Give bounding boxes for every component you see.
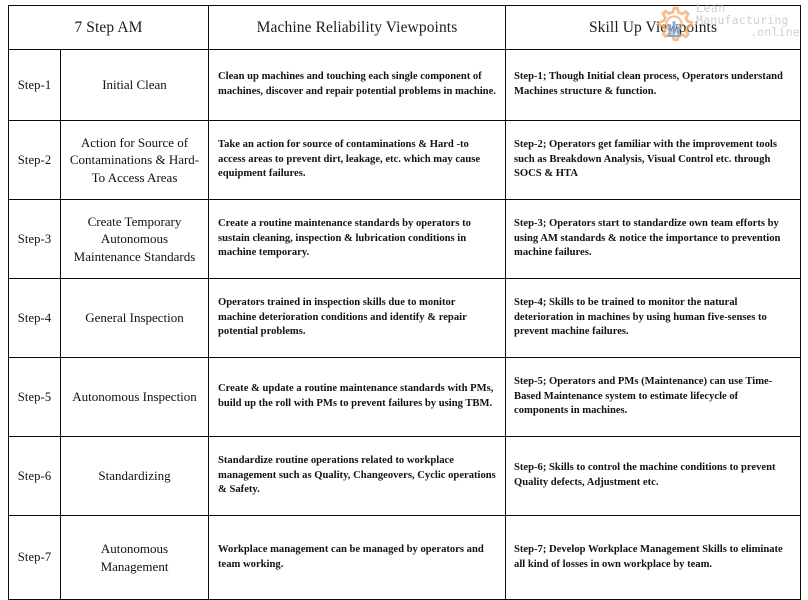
header-machine-reliability: Machine Reliability Viewpoints <box>208 5 507 50</box>
table-row: Step-3 Create Temporary Autonomous Maint… <box>8 199 802 279</box>
step-label: Step-5 <box>8 357 61 437</box>
skill-up-text: Step-1; Though Initial clean process, Op… <box>505 49 802 121</box>
machine-reliability-text: Take an action for source of contaminati… <box>208 120 507 200</box>
skill-up-text: Step-4; Skills to be trained to monitor … <box>505 278 802 358</box>
skill-up-text: Step-3; Operators start to standardize o… <box>505 199 802 279</box>
machine-reliability-text: Create & update a routine maintenance st… <box>208 357 507 437</box>
header-step-group: 7 Step AM <box>7 5 210 50</box>
skill-up-text: Step-5; Operators and PMs (Maintenance) … <box>505 357 802 437</box>
table-row: Step-4 General Inspection Operators trai… <box>8 278 802 358</box>
table-row: Step-5 Autonomous Inspection Create & up… <box>8 357 802 437</box>
step-name: General Inspection <box>59 278 210 358</box>
skill-up-text: Step-2; Operators get familiar with the … <box>505 120 802 200</box>
machine-reliability-text: Create a routine maintenance standards b… <box>208 199 507 279</box>
table-row: Step-1 Initial Clean Clean up machines a… <box>8 49 802 121</box>
step-label: Step-3 <box>8 199 61 279</box>
step-label: Step-2 <box>8 120 61 200</box>
table-row: Step-2 Action for Source of Contaminatio… <box>8 120 802 200</box>
step-name: Initial Clean <box>59 49 210 121</box>
skill-up-text: Step-7; Develop Workplace Management Ski… <box>505 515 802 600</box>
step-name: Create Temporary Autonomous Maintenance … <box>59 199 210 279</box>
machine-reliability-text: Standardize routine operations related t… <box>208 436 507 516</box>
step-name: Standardizing <box>59 436 210 516</box>
step-label: Step-7 <box>8 515 61 600</box>
machine-reliability-text: Workplace management can be managed by o… <box>208 515 507 600</box>
step-name: Autonomous Management <box>59 515 210 600</box>
table-row: Step-7 Autonomous Management Workplace m… <box>8 515 802 600</box>
table-row: Step-6 Standardizing Standardize routine… <box>8 436 802 516</box>
step-label: Step-4 <box>8 278 61 358</box>
table-header-row: 7 Step AM Machine Reliability Viewpoints… <box>7 5 802 50</box>
machine-reliability-text: Operators trained in inspection skills d… <box>208 278 507 358</box>
step-name: Action for Source of Contaminations & Ha… <box>59 120 210 200</box>
document-page: Lean Manufacturing .online 7 Step AM Mac… <box>0 0 808 600</box>
step-name: Autonomous Inspection <box>59 357 210 437</box>
seven-step-am-table: 7 Step AM Machine Reliability Viewpoints… <box>7 5 802 600</box>
machine-reliability-text: Clean up machines and touching each sing… <box>208 49 507 121</box>
header-skill-up: Skill Up Viewpoints <box>505 5 802 50</box>
step-label: Step-6 <box>8 436 61 516</box>
skill-up-text: Step-6; Skills to control the machine co… <box>505 436 802 516</box>
step-label: Step-1 <box>8 49 61 121</box>
